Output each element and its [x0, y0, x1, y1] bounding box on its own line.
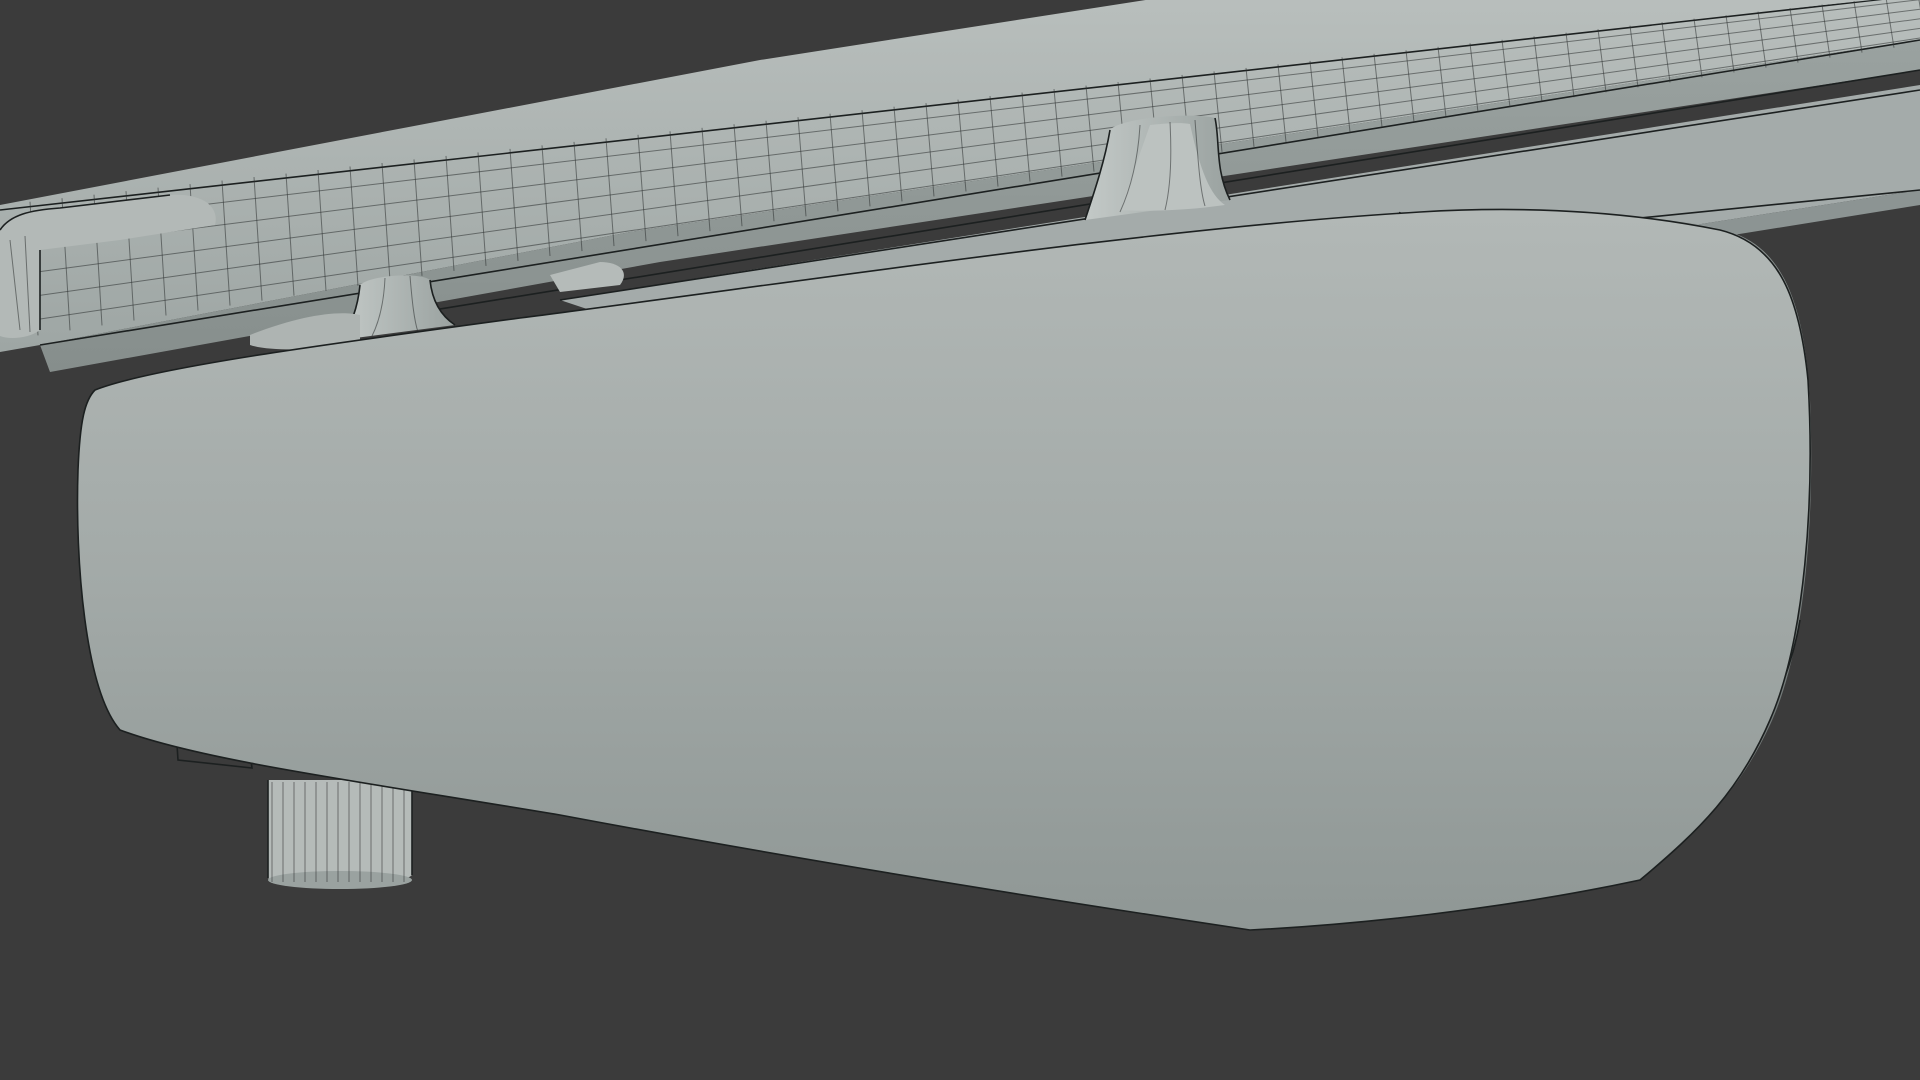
monorail-render: [0, 0, 1920, 1080]
3d-viewport[interactable]: [0, 0, 1920, 1080]
lower-stub-cylinder: [267, 780, 413, 889]
